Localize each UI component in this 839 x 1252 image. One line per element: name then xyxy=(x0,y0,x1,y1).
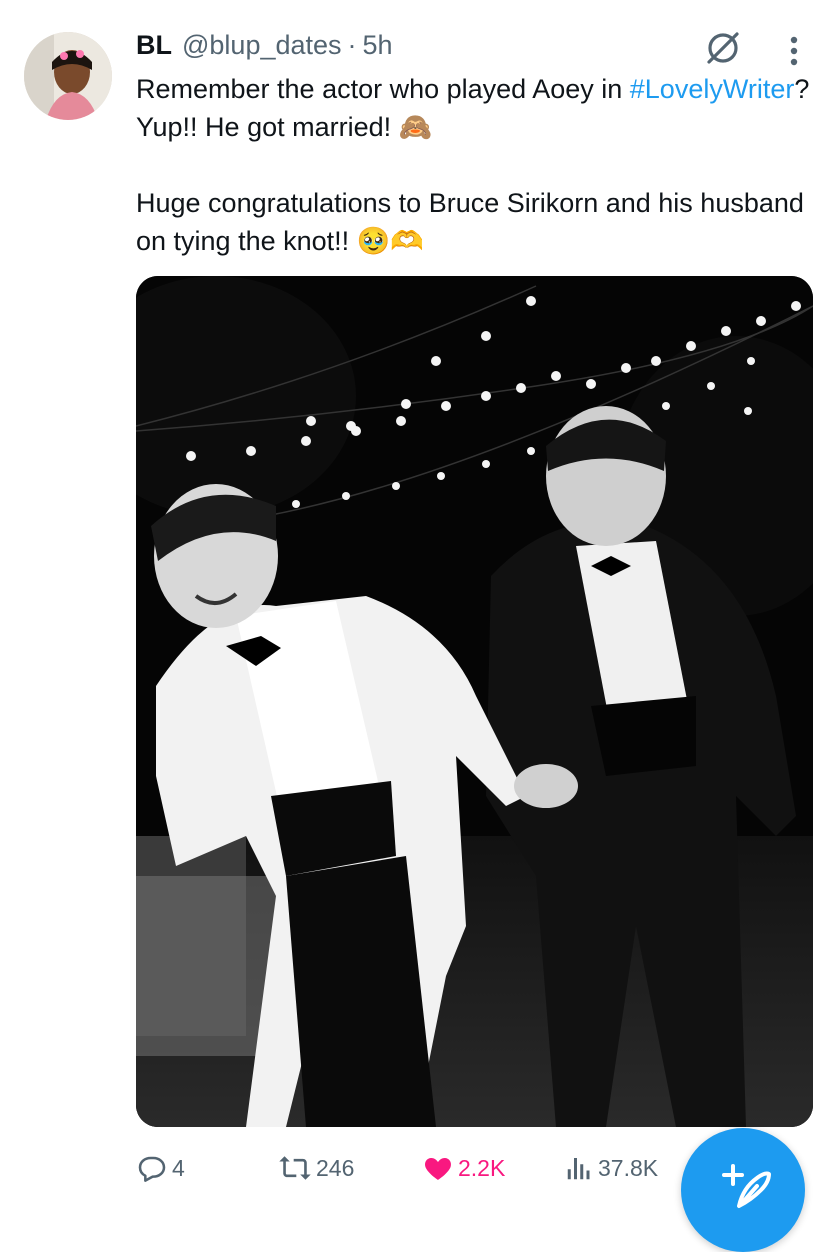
tweet-actions: 4 246 2.2K 37.8K xyxy=(136,1148,676,1188)
repost-icon xyxy=(279,1156,311,1180)
text-line1-pre: Remember the actor who played Aoey in xyxy=(136,74,630,104)
reply-count: 4 xyxy=(172,1154,185,1181)
like-button[interactable]: 2.2K xyxy=(422,1148,505,1188)
grok-icon[interactable] xyxy=(703,28,743,68)
timestamp[interactable]: 5h xyxy=(363,30,393,61)
like-count: 2.2K xyxy=(458,1154,506,1181)
see-no-evil-monkey-emoji: 🙈 xyxy=(398,112,433,142)
repost-count: 246 xyxy=(316,1154,355,1181)
tweet-paragraph-2: Huge congratulations to Bruce Sirikorn a… xyxy=(136,184,816,260)
repost-button[interactable]: 246 xyxy=(278,1148,354,1188)
reply-icon xyxy=(138,1156,166,1182)
compose-icon xyxy=(722,1164,771,1208)
reply-button[interactable]: 4 xyxy=(136,1148,185,1188)
views-button[interactable]: 37.8K xyxy=(564,1148,658,1188)
separator-dot: · xyxy=(347,30,357,60)
more-vertical-icon[interactable] xyxy=(784,36,804,68)
tweet-media-photo[interactable] xyxy=(136,276,813,1127)
tweet-text: Remember the actor who played Aoey in #L… xyxy=(136,70,816,260)
author-name[interactable]: BL xyxy=(136,30,172,61)
avatar[interactable] xyxy=(24,32,112,120)
tweet-header: BL @blup_dates · 5h xyxy=(136,30,393,64)
hashtag-link[interactable]: #LovelyWriter xyxy=(630,74,795,104)
tweet-paragraph-1: Remember the actor who played Aoey in #L… xyxy=(136,70,816,146)
author-handle[interactable]: @blup_dates xyxy=(182,30,342,61)
views-count: 37.8K xyxy=(598,1154,659,1181)
heart-hands-emoji: 🫶 xyxy=(390,226,424,256)
compose-button[interactable] xyxy=(681,1128,805,1252)
text-para2: Huge congratulations to Bruce Sirikorn a… xyxy=(136,188,804,256)
views-icon xyxy=(567,1158,590,1180)
pleading-face-emoji: 🥹 xyxy=(356,226,391,256)
heart-filled-icon xyxy=(425,1158,451,1180)
